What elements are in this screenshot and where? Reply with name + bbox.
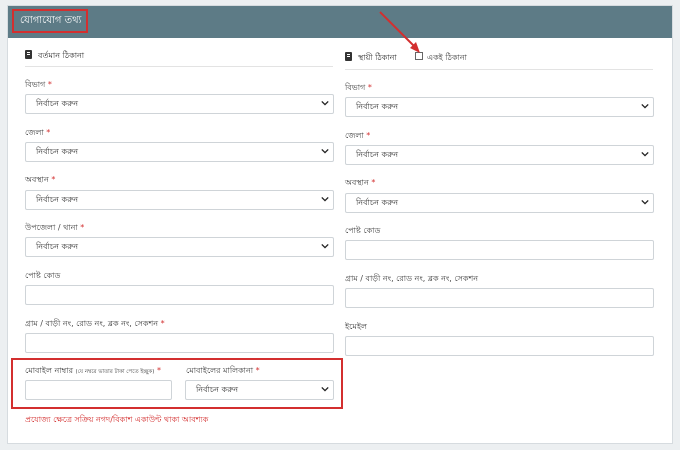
present-area-label: অবস্থান *: [25, 175, 56, 184]
permanent-district-select[interactable]: নির্বাচন করুন: [345, 145, 654, 165]
mobile-number-input[interactable]: [25, 380, 172, 400]
mobile-number-label: মোবাইল নাম্বার (যে নম্বরে ভাতার টাকা পেত…: [25, 366, 161, 375]
permanent-village-input[interactable]: [345, 288, 654, 308]
mobile-owner-label: মোবাইলের মালিকানা *: [186, 366, 260, 375]
present-upazila-label: উপজেলা / থানা *: [25, 223, 85, 232]
permanent-postcode-label: পোষ্ট কোড: [345, 226, 381, 235]
present-address-heading-text: বর্তমান ঠিকানা: [38, 51, 85, 60]
present-district-select[interactable]: নির্বাচন করুন: [25, 142, 334, 162]
panel-title: যোগাযোগ তথ্য: [12, 9, 88, 33]
permanent-division-select[interactable]: নির্বাচন করুন: [345, 97, 654, 117]
contact-info-panel: যোগাযোগ তথ্য বর্তমান ঠিকানা বিভাগ * নির্…: [7, 5, 673, 444]
chevron-down-icon: [321, 100, 329, 106]
mobile-account-note: প্রযোজ্য ক্ষেত্রে সক্রিয় নগদ/বিকাশ একাউ…: [25, 415, 209, 424]
mobile-owner-select[interactable]: নির্বাচন করুন: [185, 380, 334, 400]
address-book-icon: [345, 52, 352, 61]
panel-header: যোগাযোগ তথ্য: [8, 6, 672, 38]
permanent-district-label: জেলা *: [345, 131, 371, 140]
mobile-number-hint: (যে নম্বরে ভাতার টাকা পেতে ইচ্ছুক): [75, 369, 155, 375]
present-postcode-label: পোষ্ট কোড: [25, 271, 61, 280]
present-district-label: জেলা *: [25, 128, 51, 137]
chevron-down-icon: [641, 199, 649, 205]
permanent-postcode-input[interactable]: [345, 240, 654, 260]
present-upazila-select[interactable]: নির্বাচন করুন: [25, 237, 334, 257]
address-book-icon: [25, 50, 32, 59]
present-divider: [25, 66, 333, 67]
present-address-heading: বর্তমান ঠিকানা: [25, 50, 84, 63]
present-village-label: গ্রাম / বাড়ী নং, রোড নং, ব্লক নং, সেকশন…: [25, 319, 165, 328]
chevron-down-icon: [641, 151, 649, 157]
chevron-down-icon: [321, 386, 329, 392]
permanent-divider: [345, 69, 653, 70]
permanent-email-label: ইমেইল: [345, 322, 367, 331]
present-village-input[interactable]: [25, 333, 334, 353]
chevron-down-icon: [321, 148, 329, 154]
chevron-down-icon: [321, 243, 329, 249]
present-division-select[interactable]: নির্বাচন করুন: [25, 94, 334, 114]
chevron-down-icon: [321, 196, 329, 202]
chevron-down-icon: [641, 103, 649, 109]
present-division-label: বিভাগ *: [25, 80, 52, 89]
permanent-email-input[interactable]: [345, 336, 654, 356]
permanent-area-select[interactable]: নির্বাচন করুন: [345, 193, 654, 213]
permanent-village-label: গ্রাম / বাড়ী নং, রোড নং, ব্লক নং, সেকশন: [345, 274, 479, 283]
permanent-area-label: অবস্থান *: [345, 178, 376, 187]
present-area-select[interactable]: নির্বাচন করুন: [25, 190, 334, 210]
permanent-division-label: বিভাগ *: [345, 83, 372, 92]
present-postcode-input[interactable]: [25, 285, 334, 305]
annotation-arrow: [379, 11, 420, 53]
